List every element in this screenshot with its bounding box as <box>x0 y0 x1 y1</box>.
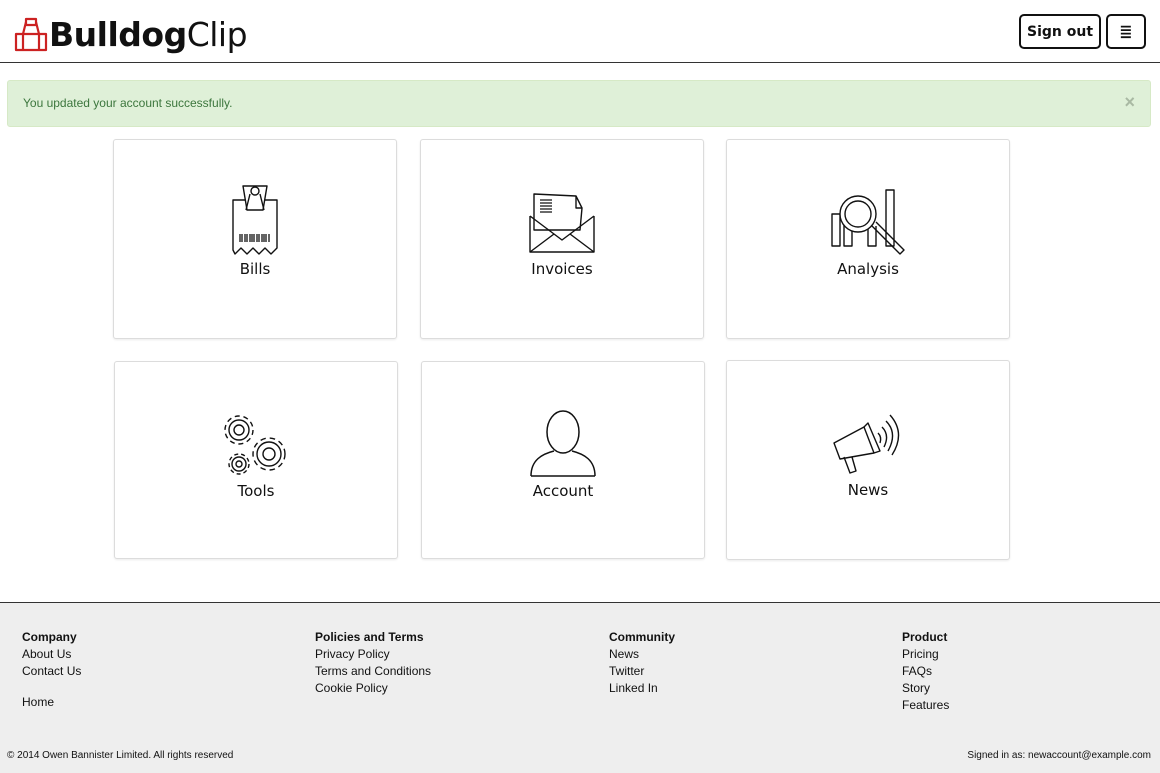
menu-button[interactable]: ≣ <box>1106 14 1146 49</box>
footer-link-terms[interactable]: Terms and Conditions <box>315 663 431 680</box>
hamburger-icon: ≣ <box>1119 22 1133 41</box>
tile-label: Invoices <box>531 260 593 278</box>
footer-link-features[interactable]: Features <box>902 697 949 714</box>
tile-label: Account <box>532 482 594 500</box>
megaphone-icon <box>833 414 900 474</box>
tile-label: News <box>847 481 889 499</box>
logo-link[interactable]: BulldogClip <box>14 12 248 56</box>
footer-heading: Community <box>609 630 675 644</box>
footer-link-about-us[interactable]: About Us <box>22 646 81 663</box>
footer-heading: Company <box>22 630 77 644</box>
footer-column-product: Product Pricing FAQs Story Features <box>902 629 949 714</box>
signed-in-text: Signed in as: newaccount@example.com <box>967 750 1151 761</box>
tile-news[interactable]: News <box>726 360 1010 560</box>
tile-label: Tools <box>237 482 275 500</box>
footer-link-cookie-policy[interactable]: Cookie Policy <box>315 680 431 697</box>
envelope-icon <box>529 193 595 253</box>
footer-link-twitter[interactable]: Twitter <box>609 663 675 680</box>
footer-column-policies: Policies and Terms Privacy Policy Terms … <box>315 629 431 697</box>
receipt-clip-icon <box>232 185 278 255</box>
footer-link-news[interactable]: News <box>609 646 675 663</box>
logo-text-light: Clip <box>186 14 248 54</box>
tile-label: Bills <box>239 260 271 278</box>
close-icon[interactable]: × <box>1124 93 1135 111</box>
site-footer: Company About Us Contact Us Home Policie… <box>0 602 1160 773</box>
footer-link-home[interactable]: Home <box>22 695 54 709</box>
tile-account[interactable]: Account <box>421 361 705 559</box>
footer-link-pricing[interactable]: Pricing <box>902 646 949 663</box>
gears-icon <box>224 415 286 475</box>
tile-label: Analysis <box>837 260 899 278</box>
magnifier-chart-icon <box>831 189 905 255</box>
footer-link-faqs[interactable]: FAQs <box>902 663 949 680</box>
footer-link-contact-us[interactable]: Contact Us <box>22 663 81 680</box>
footer-link-story[interactable]: Story <box>902 680 949 697</box>
logo-text-bold: Bulldog <box>49 14 187 54</box>
tile-tools[interactable]: Tools <box>114 361 398 559</box>
footer-link-linkedin[interactable]: Linked In <box>609 680 675 697</box>
copyright-text: © 2014 Owen Bannister Limited. All right… <box>7 750 234 761</box>
footer-link-privacy-policy[interactable]: Privacy Policy <box>315 646 431 663</box>
tile-analysis[interactable]: Analysis <box>726 139 1010 339</box>
footer-heading: Product <box>902 630 948 644</box>
footer-column-company: Company About Us Contact Us <box>22 629 81 680</box>
footer-column-community: Community News Twitter Linked In <box>609 629 675 697</box>
bulldog-clip-logo-icon <box>14 17 48 52</box>
sign-out-button[interactable]: Sign out <box>1019 14 1101 49</box>
alert-message: You updated your account successfully. <box>23 96 233 110</box>
success-alert: You updated your account successfully. × <box>7 80 1151 127</box>
footer-heading: Policies and Terms <box>315 630 424 644</box>
tile-bills[interactable]: Bills <box>113 139 397 339</box>
tile-invoices[interactable]: Invoices <box>420 139 704 339</box>
site-header: BulldogClip Sign out ≣ <box>0 0 1160 63</box>
person-icon <box>530 410 596 477</box>
